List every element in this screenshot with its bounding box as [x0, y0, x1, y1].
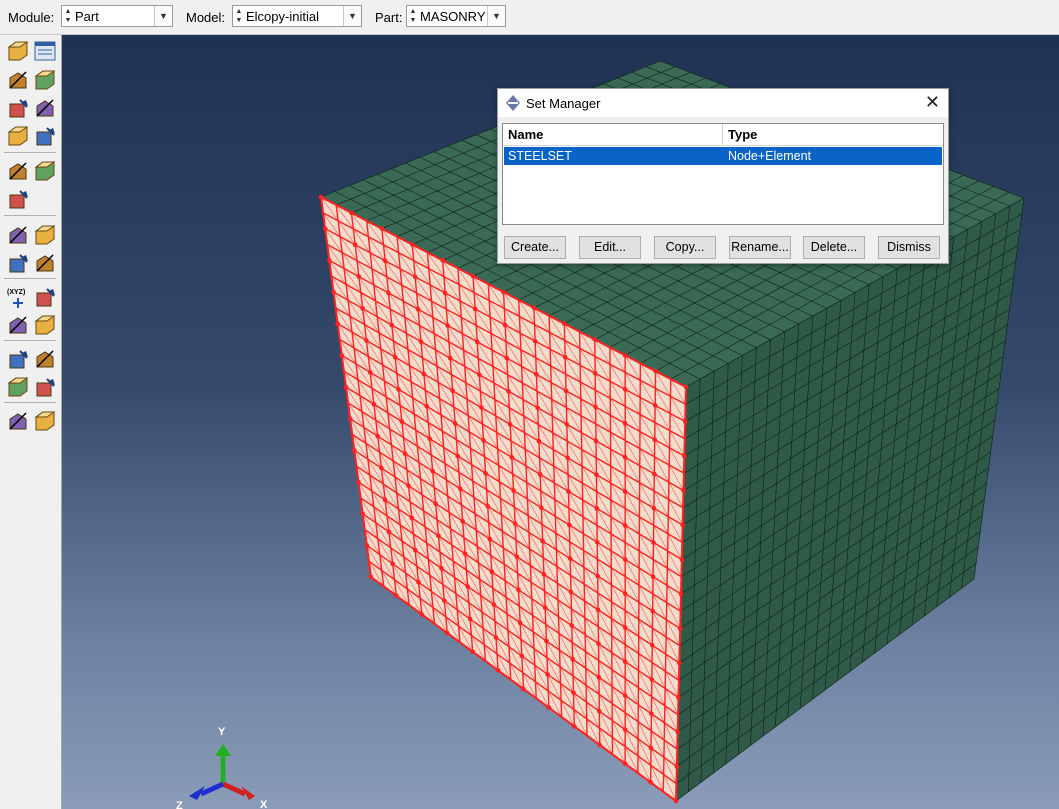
toolbox-separator	[4, 340, 56, 341]
surface-create-icon[interactable]	[33, 409, 57, 433]
z-axis-arrow	[189, 781, 225, 800]
datum-plane-icon[interactable]	[6, 313, 30, 337]
module-value: Part	[75, 9, 99, 24]
create-round-fillet-icon[interactable]	[33, 96, 57, 120]
column-divider[interactable]	[722, 124, 723, 145]
module-label: Module:	[8, 10, 55, 25]
close-icon[interactable]: ✕	[925, 92, 940, 112]
cut-scissors-icon[interactable]	[33, 251, 57, 275]
create-cut-extrude-icon[interactable]	[33, 68, 57, 92]
spin-arrows-icon[interactable]: ▲ ▼	[408, 7, 418, 25]
sweep-icon[interactable]	[6, 251, 30, 275]
create-datum-axis-icon[interactable]	[33, 159, 57, 183]
datum-axis-tripod-icon[interactable]	[33, 285, 57, 309]
attribute-icon[interactable]	[6, 347, 30, 371]
model-label: Model:	[186, 10, 226, 25]
set-manager-icon	[506, 95, 520, 114]
query-pick-icon[interactable]	[6, 223, 30, 247]
part-value: MASONRY	[420, 9, 486, 24]
set-manager-dialog: Set Manager ✕ Name Type STEELSET Node+El…	[497, 88, 949, 264]
create-shell-icon[interactable]	[6, 96, 30, 120]
x-axis-arrow	[221, 781, 255, 800]
chevron-down-icon[interactable]: ▼	[487, 6, 505, 26]
edit-feature-icon[interactable]	[6, 187, 30, 211]
tools-wrench-icon[interactable]	[33, 375, 57, 399]
create-wire-icon[interactable]	[6, 124, 30, 148]
chevron-down-icon[interactable]: ▼	[154, 6, 172, 26]
spin-arrows-icon[interactable]: ▲ ▼	[234, 7, 244, 25]
chevron-down-icon[interactable]: ▼	[343, 6, 361, 26]
create-reference-point-icon[interactable]	[33, 223, 57, 247]
create-datum-point-icon[interactable]	[6, 159, 30, 183]
partition-cell-icon[interactable]	[33, 124, 57, 148]
axis-triad: Y X Z	[167, 720, 267, 809]
column-header-name[interactable]: Name	[508, 127, 543, 142]
part-label: Part:	[375, 10, 403, 25]
create-button[interactable]: Create...	[504, 236, 566, 259]
part-combo[interactable]: ▲ ▼ MASONRY ▼	[406, 5, 506, 27]
y-axis-arrow	[215, 744, 231, 784]
module-combo[interactable]: ▲ ▼ Part ▼	[61, 5, 173, 27]
create-part-icon[interactable]	[6, 39, 30, 63]
wave-pattern-icon[interactable]	[33, 347, 57, 371]
dismiss-button[interactable]: Dismiss	[878, 236, 940, 259]
toolbox-separator	[4, 278, 56, 279]
toolbox-separator	[4, 152, 56, 153]
toolbox: (XYZ)	[0, 35, 62, 809]
set-table: Name Type STEELSET Node+Element	[502, 123, 944, 225]
create-solid-extrude-icon[interactable]	[6, 68, 30, 92]
datum-manager-icon[interactable]	[33, 313, 57, 337]
set-create-icon[interactable]	[6, 409, 30, 433]
edit-part-icon[interactable]	[6, 375, 30, 399]
x-axis-label: X	[260, 799, 268, 809]
dialog-title: Set Manager	[526, 96, 601, 111]
model-value: Elcopy-initial	[246, 9, 319, 24]
dialog-titlebar[interactable]: Set Manager ✕	[498, 89, 948, 117]
context-bar: Module: ▲ ▼ Part ▼ Model: ▲ ▼ Elcopy-initi…	[0, 0, 1059, 35]
column-header-type[interactable]: Type	[728, 127, 757, 142]
z-axis-label: Z	[176, 800, 183, 809]
datum-csys-icon[interactable]: (XYZ)	[6, 285, 30, 309]
delete-button[interactable]: Delete...	[803, 236, 865, 259]
svg-text:(XYZ): (XYZ)	[7, 289, 25, 296]
part-manager-icon[interactable]	[33, 39, 57, 63]
edit-button[interactable]: Edit...	[579, 236, 641, 259]
row-type: Node+Element	[728, 149, 812, 163]
model-combo[interactable]: ▲ ▼ Elcopy-initial ▼	[232, 5, 362, 27]
header-separator	[503, 145, 943, 146]
toolbox-separator	[4, 402, 56, 403]
spin-arrows-icon[interactable]: ▲ ▼	[63, 7, 73, 25]
copy-button[interactable]: Copy...	[654, 236, 716, 259]
table-row[interactable]: STEELSET Node+Element	[504, 147, 942, 165]
y-axis-label: Y	[218, 726, 226, 738]
toolbox-separator	[4, 215, 56, 216]
rename-button[interactable]: Rename...	[729, 236, 791, 259]
row-name: STEELSET	[508, 149, 572, 163]
